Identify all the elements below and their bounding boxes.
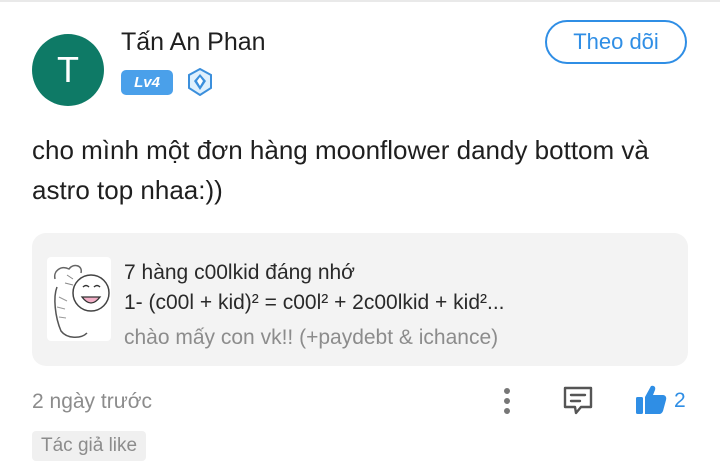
comment-icon[interactable]: [560, 383, 596, 419]
shared-post-description: 1- (c00l + kid)² = c00l² + 2c00lkid + ki…: [124, 291, 505, 314]
like-count: 2: [674, 389, 686, 412]
post-body: cho mình một đơn hàng moonflower dandy b…: [32, 135, 649, 205]
shared-post-subtitle: chào mấy con vk!! (+paydebt & ichance): [124, 326, 499, 349]
level-badge: Lv4: [121, 70, 173, 95]
top-divider: [0, 0, 720, 2]
author-name[interactable]: Tấn An Phan: [121, 28, 266, 57]
diamond-rank-icon: [188, 68, 212, 96]
meme-face-thumbnail: [47, 257, 111, 341]
shared-post-card[interactable]: 7 hàng c00lkid đáng nhớ 1- (c00l + kid)²…: [32, 233, 688, 366]
avatar[interactable]: T: [32, 34, 104, 106]
author-like-badge: Tác giả like: [32, 431, 147, 461]
follow-button[interactable]: Theo dõi: [545, 20, 687, 64]
more-vertical-icon[interactable]: [494, 384, 520, 418]
thumbs-up-icon: [636, 385, 667, 414]
shared-post-title: 7 hàng c00lkid đáng nhớ: [124, 261, 355, 284]
post-timestamp: 2 ngày trước: [32, 390, 153, 413]
like-button[interactable]: 2: [632, 383, 702, 419]
